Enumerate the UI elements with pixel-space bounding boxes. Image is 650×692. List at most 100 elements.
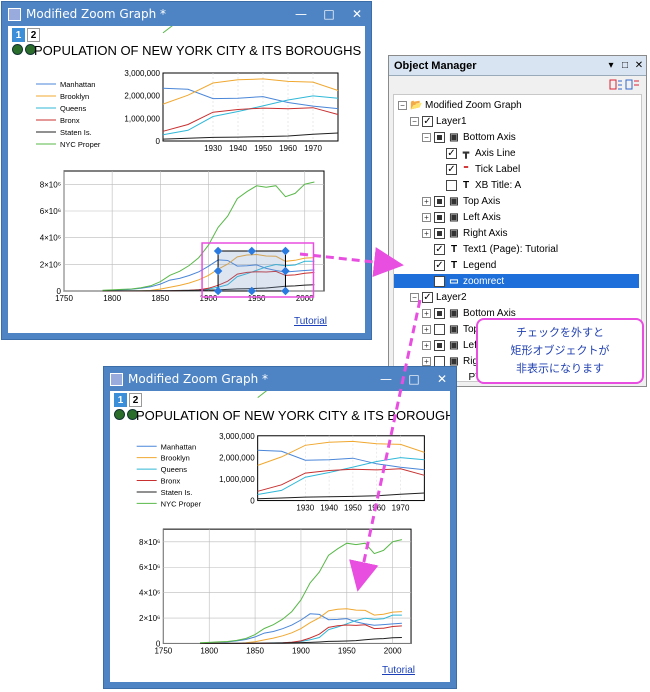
tutorial-link[interactable]: Tutorial [382, 665, 415, 676]
minimize-button[interactable]: — [287, 7, 315, 21]
expand-icon[interactable]: + [422, 308, 431, 318]
y-tick-label: 0 [57, 287, 62, 296]
maximize-button[interactable]: □ [400, 372, 428, 386]
visibility-checkbox[interactable] [434, 355, 445, 367]
maximize-button[interactable]: □ [315, 7, 343, 21]
legend-entry: Staten Is. [60, 128, 92, 137]
axis-icon: ▣ [449, 211, 459, 223]
graph-window-bottom[interactable]: Modified Zoom Graph * — □ ✕ 1 2 POPULATI… [103, 366, 457, 689]
tutorial-link[interactable]: Tutorial [294, 316, 327, 327]
expand-icon[interactable]: + [422, 196, 431, 206]
x-tick-label: 1970 [304, 144, 322, 153]
x-tick-label: 1950 [254, 144, 272, 153]
visibility-checkbox[interactable] [434, 131, 445, 143]
visibility-checkbox[interactable]: ✓ [422, 291, 433, 303]
annotation-callout: チェックを外すと 矩形オブジェクトが 非表示になります [476, 318, 644, 384]
text-icon: T [462, 179, 470, 191]
close-button[interactable]: ✕ [343, 7, 371, 21]
y-tick-label: 0 [250, 497, 255, 506]
zoom-rectangle [217, 250, 286, 292]
x-tick-label: 1940 [229, 144, 247, 153]
x-tick-label: 1950 [344, 504, 362, 513]
y-tick-label: 4×10⁶ [40, 234, 61, 243]
x-tick-label: 1940 [320, 504, 338, 513]
visibility-checkbox[interactable]: ✓ [446, 163, 457, 175]
tree-item[interactable]: + ▣ Top Axis [422, 194, 500, 208]
plot-frame [162, 72, 339, 142]
axis-icon: ▣ [449, 323, 459, 335]
expand-icon[interactable]: + [422, 324, 431, 334]
axis-icon: ▣ [449, 195, 459, 207]
tree-item[interactable]: + ▣ Right Axis [422, 226, 507, 240]
close-button[interactable]: ✕ [632, 60, 646, 71]
y-tick-label: 2,000,000 [124, 92, 160, 101]
tree-item[interactable]: ✓ T Text1 (Page): Tutorial [422, 242, 558, 256]
collapse-icon[interactable]: − [410, 116, 419, 126]
minimize-button[interactable]: — [372, 372, 400, 386]
text-icon: T [450, 259, 458, 271]
graph-page[interactable]: 1 2 POPULATION OF NEW YORK CITY & ITS BO… [110, 391, 450, 682]
float-button[interactable]: □ [618, 60, 632, 71]
x-tick-label: 1950 [248, 294, 266, 303]
visibility-checkbox[interactable] [434, 275, 445, 287]
pin-dropdown-button[interactable]: ▾ [604, 60, 618, 71]
visibility-checkbox[interactable] [434, 211, 445, 223]
series-line-nyc-proper [162, 26, 173, 34]
collapse-icon[interactable]: − [398, 100, 407, 110]
graph-page[interactable]: 1 2 POPULATION OF NEW YORK CITY & ITS BO… [8, 26, 365, 333]
collapse-icon[interactable]: − [422, 132, 431, 142]
visibility-checkbox[interactable]: ✓ [446, 147, 457, 159]
visibility-checkbox[interactable] [446, 179, 457, 191]
legend-entry: Manhattan [161, 442, 196, 451]
tree-item[interactable]: + ▣ Left Axis [422, 210, 501, 224]
x-tick-label: 1960 [279, 144, 297, 153]
y-tick-label: 8×10⁶ [139, 538, 160, 547]
axis-icon: ▣ [449, 339, 459, 351]
tree-item[interactable]: − ▣ Bottom Axis [422, 130, 516, 144]
tree-item-label: Layer1 [436, 115, 467, 127]
tree-item-label: Axis Line [475, 147, 516, 159]
tree-item[interactable]: − ✓ Layer2 [410, 290, 467, 304]
tree-item[interactable]: ✓ ┳ Axis Line [434, 146, 516, 160]
tree-item[interactable]: − 📂 Modified Zoom Graph [398, 98, 522, 112]
callout-line: 非表示になります [516, 363, 604, 375]
legend-entry: Brooklyn [161, 454, 190, 463]
graph-window-top[interactable]: Modified Zoom Graph * — □ ✕ 1 2 POPULATI… [1, 1, 372, 340]
x-tick-label: 2000 [384, 646, 402, 655]
expand-icon[interactable]: + [422, 212, 431, 222]
tree-item[interactable]: ✓ ⁼ Tick Label [434, 162, 520, 176]
window-title: Modified Zoom Graph * [128, 372, 269, 386]
window-title: Modified Zoom Graph * [26, 7, 167, 21]
legend-entry: Bronx [60, 116, 80, 125]
expand-icon[interactable]: + [422, 340, 431, 350]
visibility-checkbox[interactable]: ✓ [434, 243, 445, 255]
text-icon: T [450, 243, 458, 255]
tree-item-label: Left Axis [463, 211, 501, 223]
y-tick-label: 1,000,000 [219, 475, 255, 484]
object-manager-titlebar[interactable]: Object Manager ▾ □ ✕ [389, 56, 646, 76]
window-titlebar[interactable]: Modified Zoom Graph * — □ ✕ [104, 367, 456, 391]
expand-icon[interactable]: + [422, 356, 431, 366]
sort-icon[interactable] [608, 77, 642, 93]
tree-item[interactable]: − ✓ Layer1 [410, 114, 467, 128]
visibility-checkbox[interactable]: ✓ [422, 115, 433, 127]
visibility-checkbox[interactable] [434, 307, 445, 319]
tree-item-label: zoomrect [463, 275, 505, 287]
close-button[interactable]: ✕ [428, 372, 456, 386]
rectangle-icon: ▭ [449, 275, 459, 287]
visibility-checkbox[interactable]: ✓ [434, 259, 445, 271]
visibility-checkbox[interactable] [434, 339, 445, 351]
y-tick-label: 4×10⁶ [139, 589, 160, 598]
window-titlebar[interactable]: Modified Zoom Graph * — □ ✕ [2, 2, 371, 26]
y-tick-label: 2×10⁶ [139, 614, 160, 623]
expand-icon[interactable]: + [422, 228, 431, 238]
y-tick-label: 8×10⁶ [40, 180, 61, 189]
tree-item[interactable]: ▭ zoomrect [394, 273, 640, 289]
visibility-checkbox[interactable] [434, 227, 445, 239]
y-tick-label: 0 [156, 639, 161, 648]
visibility-checkbox[interactable] [434, 323, 445, 335]
visibility-checkbox[interactable] [434, 195, 445, 207]
tree-item[interactable]: ✓ T Legend [422, 258, 496, 272]
tree-item[interactable]: T XB Title: A [434, 178, 521, 192]
collapse-icon[interactable]: − [410, 292, 419, 302]
